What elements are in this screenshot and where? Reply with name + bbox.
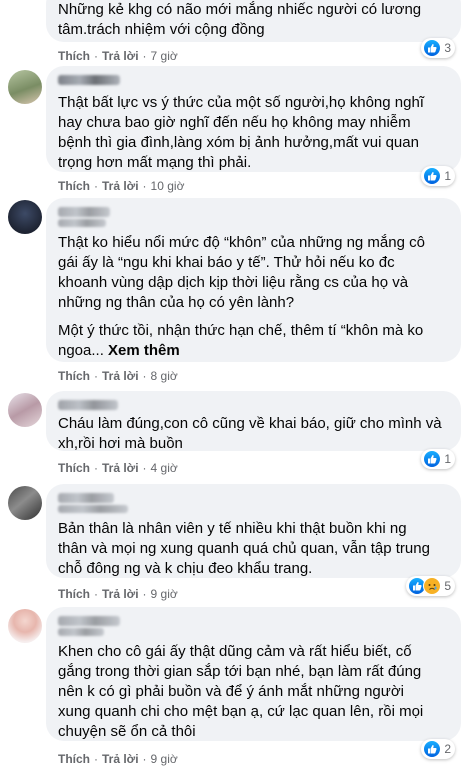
like-action[interactable]: Thích [58,369,90,383]
reaction-count: 5 [444,579,451,593]
reply-action[interactable]: Trả lời [102,49,139,63]
like-action[interactable]: Thích [58,461,90,475]
like-icon [423,39,442,57]
reaction-summary[interactable]: 2 [421,739,455,759]
like-action[interactable]: Thích [58,587,90,601]
like-icon [423,450,442,468]
avatar[interactable] [8,609,42,643]
comment-bubble: Cháu làm đúng,con cô cũng về khai báo, g… [46,391,461,452]
like-icon [423,740,442,758]
reaction-summary[interactable]: 1 [421,449,455,469]
reaction-count: 2 [444,742,451,756]
see-more-link[interactable]: Xem thêm [108,342,180,359]
avatar[interactable] [8,200,42,234]
comment-bubble: Thật bất lực vs ý thức của một số người,… [46,66,461,172]
comment-actions: Thích · Trả lời · 9 giờ [58,587,178,601]
reaction-count: 1 [444,169,451,183]
comment-actions: Thích · Trả lời · 4 giờ [58,461,178,475]
reaction-count: 1 [444,452,451,466]
author-name[interactable] [58,400,118,410]
author-name[interactable] [58,616,120,626]
comment-time[interactable]: 7 giờ [151,49,178,63]
comment-actions: Thích · Trả lời · 10 giờ [58,179,185,193]
like-icon [423,167,442,185]
avatar[interactable] [8,393,42,427]
comment-text: Những kẻ khg có não mới mắng nhiếc người… [58,1,422,38]
reaction-summary[interactable]: 1 [421,166,455,186]
reply-action[interactable]: Trả lời [102,461,139,475]
author-subtitle [58,219,106,227]
avatar[interactable] [8,70,42,104]
author-subtitle [58,505,128,513]
like-action[interactable]: Thích [58,49,90,63]
comment-time[interactable]: 4 giờ [151,461,178,475]
author-name[interactable] [58,493,114,503]
sad-face-icon [423,577,442,595]
like-action[interactable]: Thích [58,752,90,766]
comment-text: Thật ko hiểu nổi mức độ “khôn” của những… [58,234,425,311]
comment-text: Một ý thức tồi, nhận thức hạn chế, thêm … [58,322,424,359]
comment-time[interactable]: 9 giờ [151,752,178,766]
comment-actions: Thích · Trả lời · 7 giờ [58,49,178,63]
reaction-count: 3 [444,41,451,55]
reply-action[interactable]: Trả lời [102,587,139,601]
reaction-summary[interactable]: 3 [421,38,455,58]
reaction-summary[interactable]: 5 [406,576,455,596]
comment-time[interactable]: 9 giờ [151,587,178,601]
author-subtitle [58,628,104,636]
author-name[interactable] [58,75,120,85]
comment-text: Bản thân là nhân viên y tế nhiều khi thậ… [58,520,430,577]
comment-bubble: Bản thân là nhân viên y tế nhiều khi thậ… [46,484,461,578]
comment-text: Thật bất lực vs ý thức của một số người,… [58,94,424,171]
comment-text: Cháu làm đúng,con cô cũng về khai báo, g… [58,415,442,452]
comment-time[interactable]: 8 giờ [151,369,178,383]
comment-actions: Thích · Trả lời · 8 giờ [58,369,178,383]
comment-actions: Thích · Trả lời · 9 giờ [58,752,178,766]
comment-bubble: Khen cho cô gái ấy thật dũng cảm và rất … [46,607,461,741]
comment-bubble: Thật ko hiểu nổi mức độ “khôn” của những… [46,198,461,362]
reply-action[interactable]: Trả lời [102,752,139,766]
comment-text: Khen cho cô gái ấy thật dũng cảm và rất … [58,643,424,740]
reply-action[interactable]: Trả lời [102,179,139,193]
reply-action[interactable]: Trả lời [102,369,139,383]
author-name[interactable] [58,207,110,217]
comment-bubble: Những kẻ khg có não mới mắng nhiếc người… [46,0,461,42]
like-action[interactable]: Thích [58,179,90,193]
avatar[interactable] [8,486,42,520]
comment-time[interactable]: 10 giờ [151,179,185,193]
